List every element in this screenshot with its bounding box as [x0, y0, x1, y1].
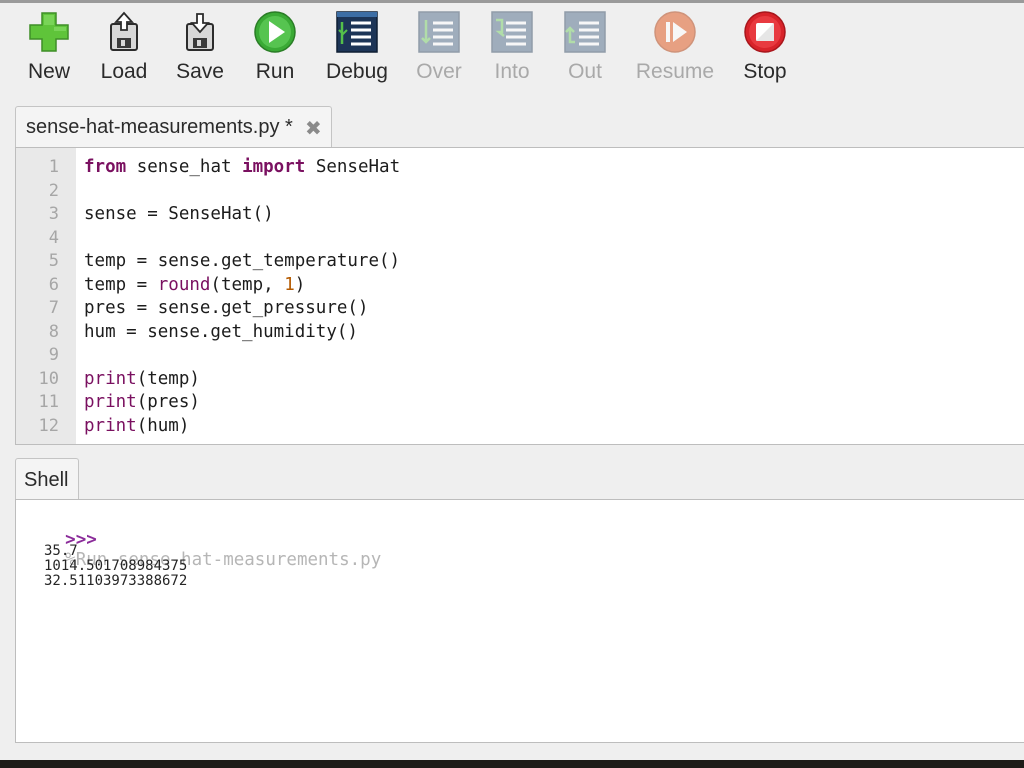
load-button[interactable]: Load	[96, 10, 152, 84]
code-token: 1	[284, 274, 295, 295]
code-token: (temp)	[136, 368, 200, 389]
save-icon	[186, 13, 214, 51]
toolbar: New Load Save Run Debug Over Into Out Re…	[0, 4, 1024, 100]
resume-button-label: Resume	[635, 60, 715, 83]
code-line[interactable]: hum = sense.get_humidity()	[84, 321, 358, 345]
step-over-button[interactable]: Over	[414, 10, 464, 84]
stop-icon	[744, 11, 786, 53]
code-token: SenseHat	[305, 157, 401, 177]
line-number: 3	[48, 204, 59, 224]
shell-output-line: 32.51103973388672	[44, 573, 188, 589]
debug-button[interactable]: Debug	[324, 10, 390, 84]
line-number: 12	[38, 415, 59, 436]
step-out-icon	[564, 11, 606, 53]
shell-output-line: 1014.501708984375	[44, 558, 188, 574]
shell-panel[interactable]: >>> %Run sense-hat-measurements.py 35.7 1…	[15, 499, 1024, 743]
resume-icon	[654, 11, 696, 53]
line-number: 5	[48, 251, 59, 271]
editor-tab-label: sense-hat-measurements.py *	[26, 116, 293, 138]
code-line[interactable]: temp = sense.get_temperature()	[84, 250, 400, 274]
load-icon	[110, 11, 138, 51]
step-over-button-label: Over	[416, 60, 462, 83]
line-number: 9	[48, 345, 59, 365]
desktop-background-strip	[0, 760, 1024, 768]
line-number: 10	[38, 368, 59, 389]
editor-tab[interactable]: sense-hat-measurements.py * ✖	[15, 106, 332, 148]
code-token: )	[294, 274, 306, 295]
plus-icon	[29, 12, 69, 52]
load-button-label: Load	[100, 60, 148, 83]
resume-button[interactable]: Resume	[633, 10, 717, 84]
code-token: temp = sense.get_temperature()	[84, 251, 401, 271]
step-out-button-label: Out	[568, 60, 602, 83]
code-token: (temp,	[210, 274, 285, 295]
step-over-icon	[418, 11, 460, 53]
code-editor[interactable]: 1 2 3 4 5 6 7 8 9 10 11 12 from sense_hat import Se…	[15, 147, 1024, 445]
step-into-button-label: Into	[494, 60, 530, 83]
shell-tab[interactable]: Shell	[15, 458, 79, 500]
save-button[interactable]: Save	[172, 10, 228, 84]
code-line[interactable]: from sense_hat import SenseHat	[84, 156, 400, 180]
run-button-label: Run	[255, 60, 295, 83]
code-token: import	[242, 157, 306, 177]
code-token: (hum)	[136, 415, 190, 436]
window-top-border	[0, 0, 1024, 3]
code-token: sense_hat	[126, 157, 243, 177]
new-button-label: New	[27, 60, 70, 83]
debug-button-label: Debug	[326, 60, 388, 83]
code-line[interactable]: print(temp)	[84, 368, 200, 392]
code-line[interactable]: pres = sense.get_pressure()	[84, 297, 368, 321]
line-number: 7	[48, 298, 59, 318]
new-button[interactable]: New	[22, 10, 76, 84]
run-button[interactable]: Run	[250, 10, 300, 84]
step-into-icon	[491, 11, 533, 53]
code-token: round	[157, 274, 211, 295]
stop-button[interactable]: Stop	[740, 10, 790, 84]
line-number: 4	[48, 227, 59, 248]
code-line[interactable]: sense = SenseHat()	[84, 203, 274, 227]
line-number: 1	[48, 157, 59, 177]
line-number: 11	[38, 392, 59, 412]
save-button-label: Save	[176, 60, 224, 83]
line-number-gutter: 1 2 3 4 5 6 7 8 9 10 11 12	[16, 148, 76, 444]
code-token: print	[84, 415, 137, 436]
shell-output-line: 35.7	[44, 543, 78, 559]
code-token: from	[84, 157, 127, 177]
stop-button-label: Stop	[743, 60, 787, 83]
line-number: 6	[48, 274, 59, 295]
code-line[interactable]: print(hum)	[84, 415, 189, 439]
run-icon	[254, 11, 296, 53]
code-token: print	[84, 368, 137, 389]
close-tab-icon[interactable]: ✖	[305, 116, 322, 141]
shell-tab-label: Shell	[24, 469, 69, 491]
line-number: 8	[48, 321, 59, 342]
step-out-button[interactable]: Out	[560, 10, 610, 84]
code-line[interactable]: temp = round(temp, 1)	[84, 274, 305, 298]
debug-icon	[336, 11, 378, 53]
code-token: sense = SenseHat()	[84, 204, 274, 224]
code-token: hum = sense.get_humidity()	[84, 321, 358, 342]
code-token: print	[84, 392, 137, 412]
code-token: (pres)	[136, 392, 200, 412]
step-into-button[interactable]: Into	[487, 10, 537, 84]
code-token: temp =	[84, 274, 158, 295]
code-line[interactable]: print(pres)	[84, 391, 200, 415]
line-number: 2	[48, 180, 59, 201]
code-token: pres = sense.get_pressure()	[84, 298, 369, 318]
